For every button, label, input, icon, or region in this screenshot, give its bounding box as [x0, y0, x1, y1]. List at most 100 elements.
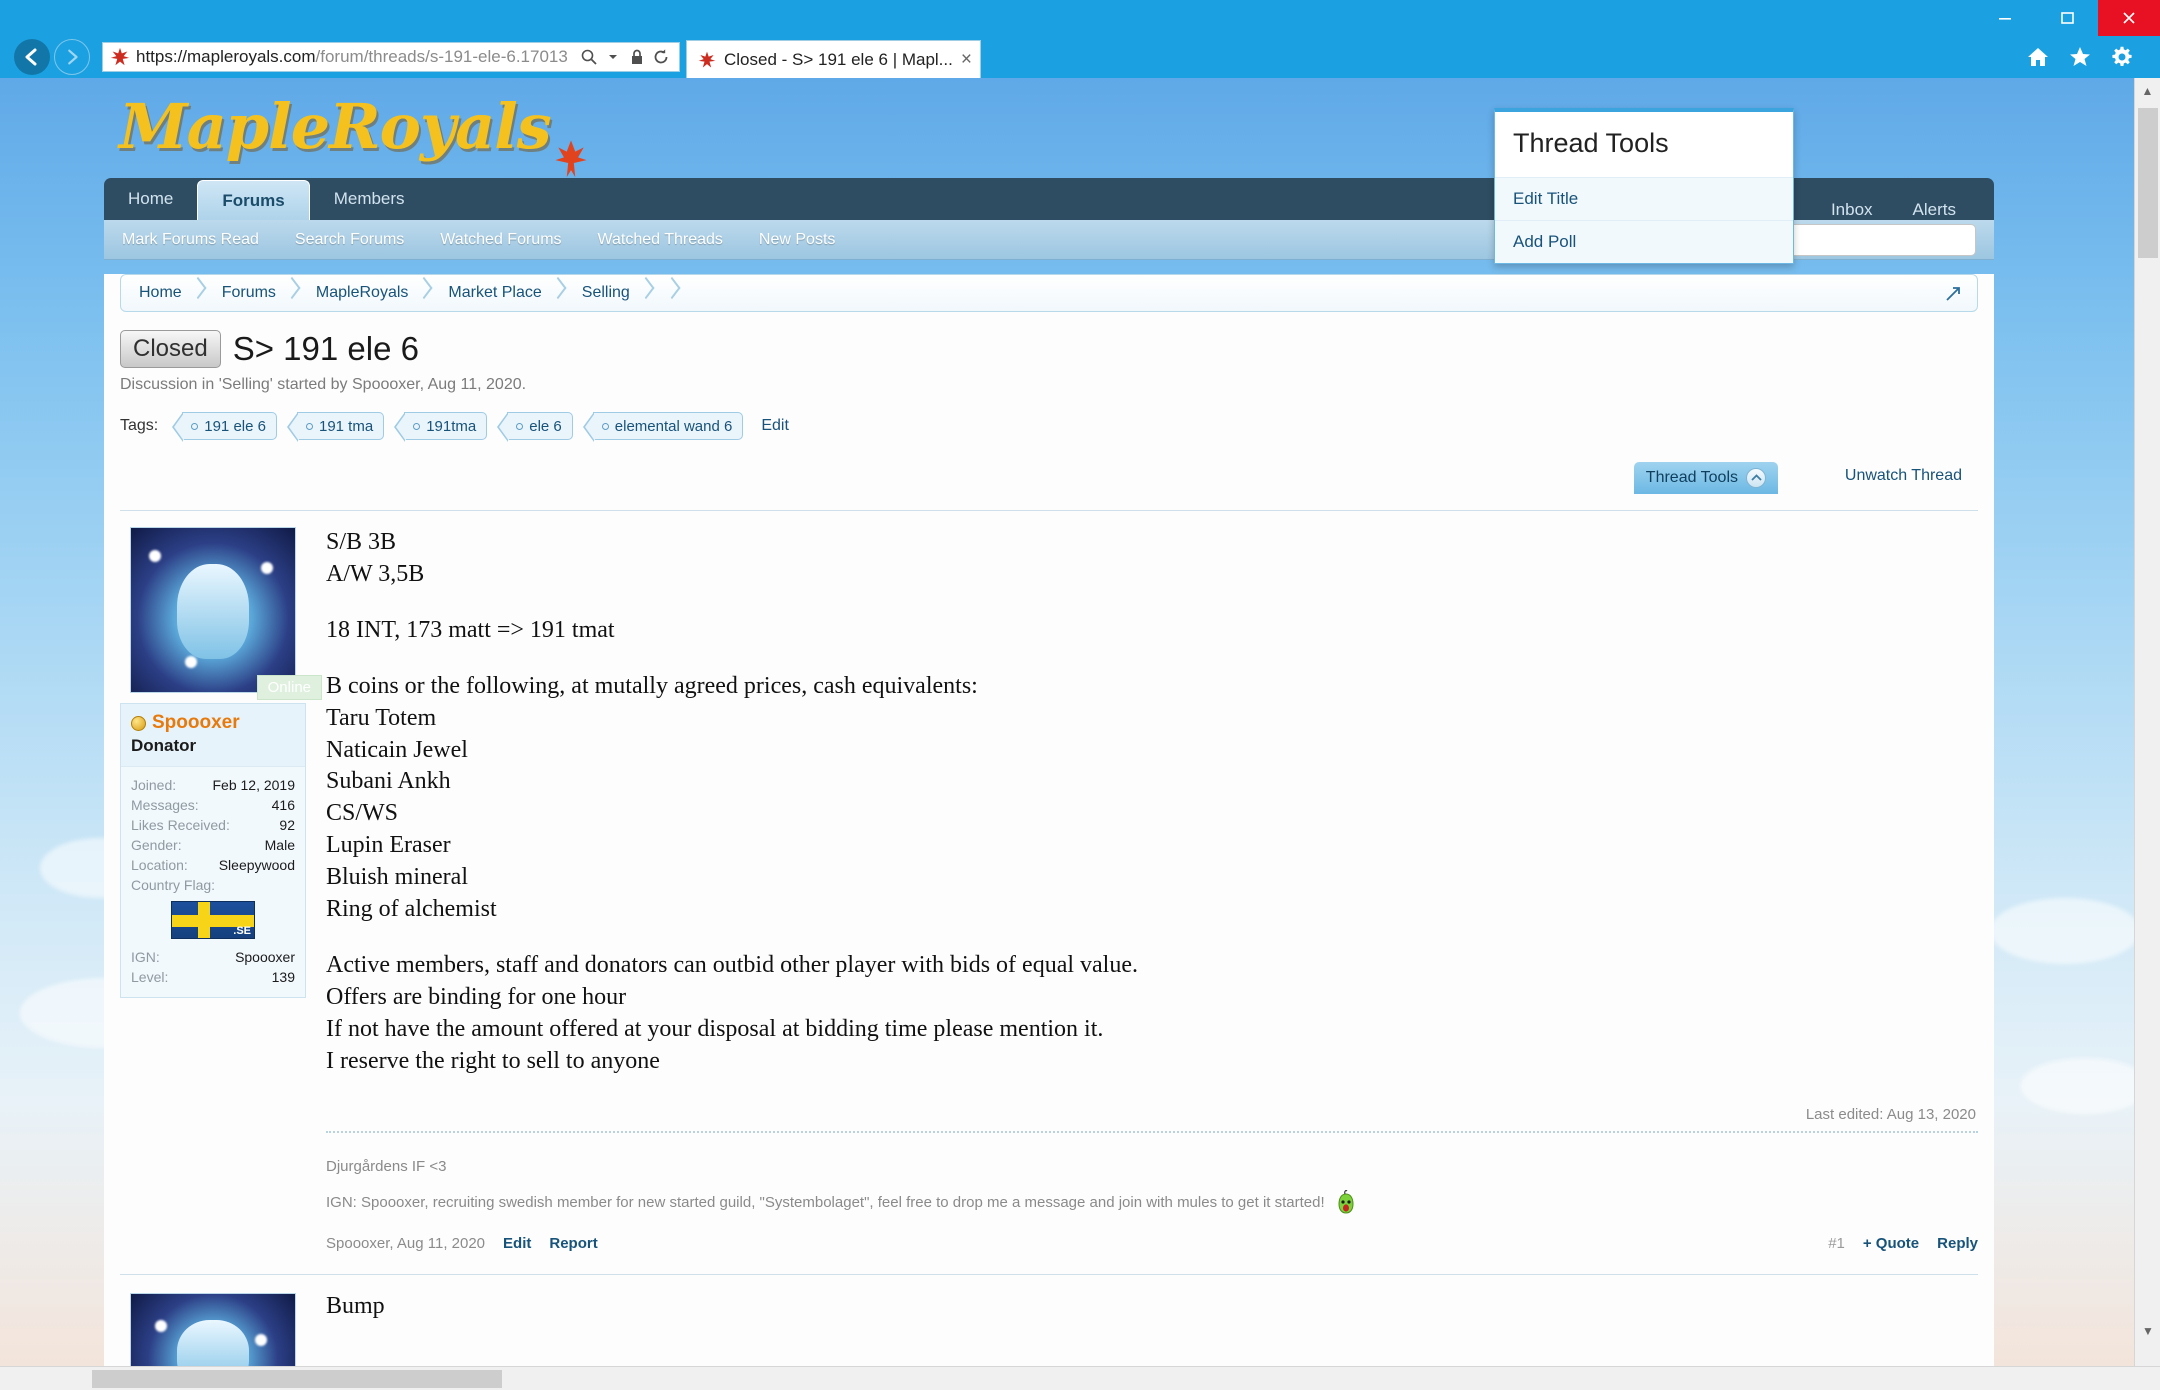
- refresh-icon[interactable]: [649, 48, 673, 66]
- post-edit-link[interactable]: Edit: [503, 1235, 531, 1252]
- tag-item[interactable]: ele 6: [507, 412, 573, 440]
- post-user-info: Spoooxer Donator Joined:Feb 12, 2019 Mes…: [120, 703, 306, 998]
- stat-row: Gender:Male: [131, 835, 295, 855]
- post-byline: Spoooxer, Aug 11, 2020: [326, 1235, 485, 1252]
- stat-key: Joined:: [131, 777, 176, 793]
- window-close-button[interactable]: [2098, 0, 2160, 36]
- nav-tab-home[interactable]: Home: [104, 178, 197, 220]
- search-icon[interactable]: [577, 48, 601, 66]
- breadcrumb-item-mapleroyals[interactable]: MapleRoyals: [298, 274, 430, 312]
- breadcrumb-link[interactable]: Forums: [222, 284, 276, 302]
- breadcrumb-tail: [652, 274, 678, 312]
- breadcrumb-item-forums[interactable]: Forums: [204, 274, 298, 312]
- tag-item[interactable]: 191 ele 6: [182, 412, 277, 440]
- menu-item-add-poll[interactable]: Add Poll: [1495, 220, 1793, 263]
- stat-value: 139: [272, 969, 295, 985]
- chevron-down-icon[interactable]: [601, 51, 625, 63]
- stat-key: Gender:: [131, 837, 182, 853]
- stat-value: 92: [279, 817, 295, 833]
- breadcrumb-item-home[interactable]: Home: [121, 274, 204, 312]
- vertical-scrollbar-thumb[interactable]: [2138, 108, 2158, 258]
- address-bar-url: https://mapleroyals.com/forum/threads/s-…: [136, 47, 577, 67]
- nav-link-inbox[interactable]: Inbox: [1811, 200, 1893, 220]
- subnav-watched-threads[interactable]: Watched Threads: [580, 231, 741, 249]
- browser-tab[interactable]: Closed - S> 191 ele 6 | Mapl... ×: [686, 40, 981, 78]
- scroll-down-icon[interactable]: ▼: [2135, 1318, 2160, 1344]
- subnav-new-posts[interactable]: New Posts: [741, 231, 853, 249]
- tag-label: 191 tma: [319, 418, 373, 435]
- menu-item-edit-title[interactable]: Edit Title: [1495, 177, 1793, 220]
- back-arrow-icon[interactable]: [14, 39, 50, 75]
- thread-tools-button[interactable]: Thread Tools: [1634, 462, 1778, 494]
- breadcrumb-link[interactable]: Market Place: [448, 284, 541, 302]
- subnav-watched-forums[interactable]: Watched Forums: [422, 231, 579, 249]
- stat-key: Level:: [131, 969, 168, 985]
- stat-row: Country Flag:: [131, 875, 295, 895]
- post-user-stats: Joined:Feb 12, 2019 Messages:416 Likes R…: [121, 766, 305, 997]
- post-report-link[interactable]: Report: [549, 1235, 597, 1252]
- post-message: S/B 3B A/W 3,5B 18 INT, 173 matt => 191 …: [326, 527, 1978, 1078]
- divider: [120, 510, 1978, 511]
- gear-icon[interactable]: [2108, 43, 2136, 71]
- message-line: Lupin Eraser: [326, 830, 1978, 862]
- stat-key: Likes Received:: [131, 817, 230, 833]
- vertical-scrollbar[interactable]: ▲ ▼: [2134, 78, 2160, 1368]
- post: Online Spoooxer Donator Joined:Feb 12, 2…: [120, 527, 1978, 1252]
- site-logo[interactable]: MapleRoyals: [119, 90, 551, 163]
- message-line: Naticain Jewel: [326, 735, 1978, 767]
- thread-tools-button-label: Thread Tools: [1646, 469, 1738, 487]
- donator-coin-icon: [131, 716, 146, 731]
- breadcrumb-item-market-place[interactable]: Market Place: [430, 274, 563, 312]
- tags-edit-link[interactable]: Edit: [761, 417, 789, 435]
- post-reply-link[interactable]: Reply: [1937, 1235, 1978, 1252]
- nav-tab-forums[interactable]: Forums: [197, 180, 309, 220]
- post-number[interactable]: #1: [1828, 1235, 1845, 1252]
- avatar[interactable]: [130, 527, 296, 693]
- subnav-search-forums[interactable]: Search Forums: [277, 231, 422, 249]
- nav-link-alerts[interactable]: Alerts: [1893, 200, 1976, 220]
- thread-tools-row: Thread Tools Unwatch Thread: [120, 462, 1978, 496]
- nav-tab-members[interactable]: Members: [310, 178, 429, 220]
- unwatch-thread-link[interactable]: Unwatch Thread: [1845, 467, 1962, 485]
- page-content: Home Forums MapleRoyals Market Place Sel…: [104, 274, 1994, 1390]
- post-footer: Spoooxer, Aug 11, 2020 Edit Report #1 + …: [326, 1235, 1978, 1252]
- scroll-up-icon[interactable]: ▲: [2135, 78, 2160, 104]
- thread-tools-menu: Thread Tools Edit Title Add Poll: [1494, 108, 1794, 264]
- message-line: Ring of alchemist: [326, 894, 1978, 926]
- stat-row: Likes Received: 92: [131, 815, 295, 835]
- tag-item[interactable]: 191tma: [404, 412, 487, 440]
- post-user-title: Donator: [121, 734, 305, 766]
- horizontal-scrollbar-thumb[interactable]: [92, 1370, 502, 1388]
- message-block: 18 INT, 173 matt => 191 tmat: [326, 615, 1978, 647]
- home-icon[interactable]: [2024, 43, 2052, 71]
- tag-item[interactable]: elemental wand 6: [593, 412, 744, 440]
- chevron-up-icon: [1746, 468, 1766, 488]
- stat-key: Country Flag:: [131, 877, 215, 893]
- maple-leaf-icon: [109, 46, 131, 68]
- address-bar[interactable]: https://mapleroyals.com/forum/threads/s-…: [102, 42, 680, 72]
- horizontal-scrollbar[interactable]: [0, 1366, 2160, 1390]
- breadcrumb-link[interactable]: MapleRoyals: [316, 284, 408, 302]
- external-link-icon[interactable]: [1943, 284, 1963, 304]
- browser-navigation-bar: https://mapleroyals.com/forum/threads/s-…: [0, 36, 2160, 78]
- post-signature: Djurgårdens IF <3 IGN: Spoooxer, recruit…: [326, 1133, 1978, 1221]
- breadcrumb-item-selling[interactable]: Selling: [564, 274, 652, 312]
- tag-item[interactable]: 191 tma: [297, 412, 384, 440]
- thread-tools-menu-heading: Thread Tools: [1495, 112, 1793, 177]
- breadcrumb-link[interactable]: Home: [139, 284, 182, 302]
- forward-arrow-icon[interactable]: [54, 39, 90, 75]
- message-line: 18 INT, 173 matt => 191 tmat: [326, 615, 1978, 647]
- message-line: S/B 3B: [326, 527, 1978, 559]
- message-line: I reserve the right to sell to anyone: [326, 1046, 1978, 1078]
- window-restore-button[interactable]: [2036, 0, 2098, 36]
- star-icon[interactable]: [2066, 43, 2094, 71]
- stat-row: Messages:416: [131, 795, 295, 815]
- subnav-mark-forums-read[interactable]: Mark Forums Read: [104, 231, 277, 249]
- window-minimize-button[interactable]: [1974, 0, 2036, 36]
- tag-dot-icon: [602, 423, 609, 430]
- post-quote-link[interactable]: + Quote: [1863, 1235, 1919, 1252]
- breadcrumb-link[interactable]: Selling: [582, 284, 630, 302]
- message-line: Offers are binding for one hour: [326, 982, 1978, 1014]
- post-username[interactable]: Spoooxer: [152, 712, 240, 734]
- close-icon[interactable]: ×: [961, 49, 972, 71]
